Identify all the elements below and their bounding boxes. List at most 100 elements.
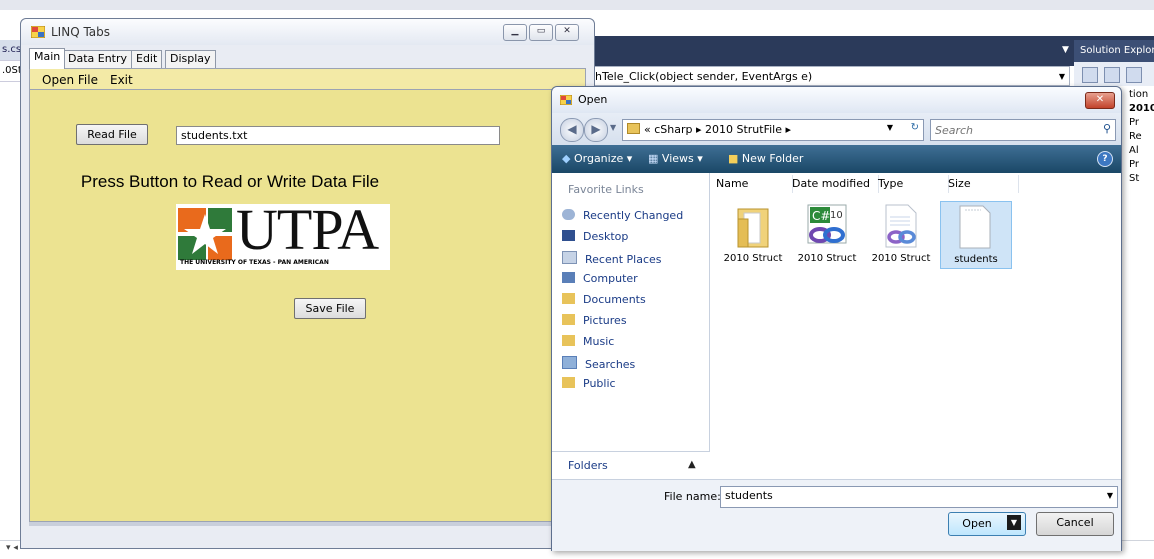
open-button[interactable]: Open ▼ [948,512,1026,536]
tree-item[interactable]: tion [1129,88,1154,102]
dropdown-arrow-icon[interactable]: ▼ [1062,45,1069,55]
new-folder-icon: ■ [728,152,739,165]
fav-label: Recent Places [585,253,662,266]
close-icon[interactable]: ✕ [555,24,579,41]
history-dropdown-icon[interactable]: ▼ [610,123,616,132]
fav-label: Documents [583,293,646,306]
address-bar[interactable]: « cSharp ▸ 2010 StrutFile ▸ ▼ ↻ [622,119,924,141]
tree-item[interactable]: Re [1129,130,1154,144]
search-box[interactable]: ⚲ [930,119,1116,141]
svg-text:C#: C# [812,209,830,223]
refresh-icon[interactable] [1126,67,1142,83]
file-label: 2010 Struct [871,253,931,264]
chevron-down-icon[interactable]: ▼ [1007,515,1021,530]
properties-icon[interactable] [1082,67,1098,83]
file-item[interactable]: 2010 Struct [718,201,788,267]
fav-label: Desktop [583,230,629,243]
fav-documents[interactable]: Documents [562,293,646,313]
show-files-icon[interactable] [1104,67,1120,83]
organize-icon: ◆ [562,152,571,165]
ide-editor-header: ▼ [570,36,1154,66]
column-type[interactable]: Type [872,175,949,193]
folder-icon [562,293,575,304]
maximize-icon[interactable]: ▭ [529,24,553,41]
forward-icon[interactable]: ▶ [584,118,608,142]
fav-recent-places[interactable]: Recent Places [562,251,662,271]
file-label: students [954,254,998,265]
fav-public[interactable]: Public [562,377,616,397]
tree-item[interactable]: Pr [1129,116,1154,130]
file-name-field[interactable]: students ▼ [720,486,1118,508]
cancel-button[interactable]: Cancel [1036,512,1114,536]
breadcrumb: « cSharp ▸ 2010 StrutFile ▸ [627,123,791,136]
fav-label: Recently Changed [583,209,684,222]
tab-data-entry[interactable]: Data Entry [63,50,133,68]
search-icon[interactable]: ⚲ [1103,122,1111,135]
vs-solution-icon [885,204,917,248]
organize-button[interactable]: ◆ Organize ▾ [562,152,632,165]
desktop-icon [562,230,575,241]
close-icon[interactable]: ✕ [1085,92,1115,109]
help-icon[interactable]: ? [1097,151,1113,167]
dialog-toolbar: ◆ Organize ▾ ▦ Views ▾ ■ New Folder ? [552,145,1121,173]
file-name-dropdown-icon[interactable]: ▼ [1107,487,1113,505]
folders-label: Folders [568,459,608,472]
column-size[interactable]: Size [942,175,1019,193]
search-input[interactable] [933,121,1087,139]
chevron-up-icon[interactable]: ▲ [688,459,696,470]
window-title: LINQ Tabs [51,25,111,39]
file-item[interactable]: C# 10 2010 Struct [792,201,862,267]
file-item-selected[interactable]: students [940,201,1012,269]
minimize-icon[interactable]: ▁ [503,24,527,41]
file-name-input[interactable]: students.txt [176,126,500,145]
tree-item[interactable]: Pr [1129,158,1154,172]
dropdown-arrow-icon[interactable]: ▼ [1059,72,1065,81]
fav-pictures[interactable]: Pictures [562,314,627,334]
tree-item[interactable]: St [1129,172,1154,186]
breadcrumb-path: « cSharp ▸ 2010 StrutFile ▸ [644,123,792,136]
fav-computer[interactable]: Computer [562,272,638,292]
folder-icon [627,123,640,134]
favorite-links-header: Favorite Links [568,183,644,196]
favorite-links-pane: Favorite Links Recently Changed Desktop … [552,173,710,479]
fav-recently-changed[interactable]: Recently Changed [562,209,683,229]
new-folder-button[interactable]: ■ New Folder [728,152,803,165]
tree-item[interactable]: 2010 [1129,102,1154,116]
fav-desktop[interactable]: Desktop [562,230,628,250]
ide-method-dropdown[interactable]: chTele_Click(object sender, EventArgs e)… [570,66,1070,86]
app-icon [560,95,572,105]
file-item[interactable]: 2010 Struct [866,201,936,267]
address-dropdown-icon[interactable]: ▼ [887,123,893,132]
file-name-value: students [725,489,773,502]
fav-searches[interactable]: Searches [562,356,635,376]
folders-toggle[interactable]: Folders ▲ [552,451,710,479]
dialog-titlebar[interactable]: Open ✕ [552,87,1121,113]
column-name[interactable]: Name [710,175,793,193]
refresh-icon[interactable]: ↻ [911,122,919,133]
file-label: 2010 Struct [723,253,783,264]
folder-icon [562,335,575,346]
open-button-label: Open [962,517,992,530]
logo-subtitle: THE UNIVERSITY OF TEXAS - PAN AMERICAN [180,259,329,266]
search-folder-icon [562,356,577,369]
fav-music[interactable]: Music [562,335,614,355]
menu-open-file[interactable]: Open File [42,73,98,87]
scroll-arrow-icon[interactable]: ▾ ◂ [6,543,18,553]
window-titlebar[interactable]: LINQ Tabs ▁ ▭ ✕ [21,19,594,45]
tab-edit[interactable]: Edit [131,50,163,68]
file-list-pane: Name Date modified Type Size 2010 Struct… [710,173,1121,479]
save-file-button[interactable]: Save File [294,298,366,319]
tab-strip: Main Data Entry Edit Display [29,48,589,69]
views-button[interactable]: ▦ Views ▾ [648,152,703,165]
menu-exit[interactable]: Exit [110,73,133,87]
utpa-logo: UTPA THE UNIVERSITY OF TEXAS - PAN AMERI… [176,200,390,270]
svg-text:10: 10 [830,210,843,221]
folder-icon [737,208,769,248]
tab-display[interactable]: Display [165,50,216,68]
read-file-button[interactable]: Read File [76,124,148,145]
tree-item[interactable]: Al [1129,144,1154,158]
back-icon[interactable]: ◀ [560,118,584,142]
tab-main[interactable]: Main [29,48,66,69]
column-date-modified[interactable]: Date modified [786,175,879,193]
file-name-label: File name: [664,490,721,503]
